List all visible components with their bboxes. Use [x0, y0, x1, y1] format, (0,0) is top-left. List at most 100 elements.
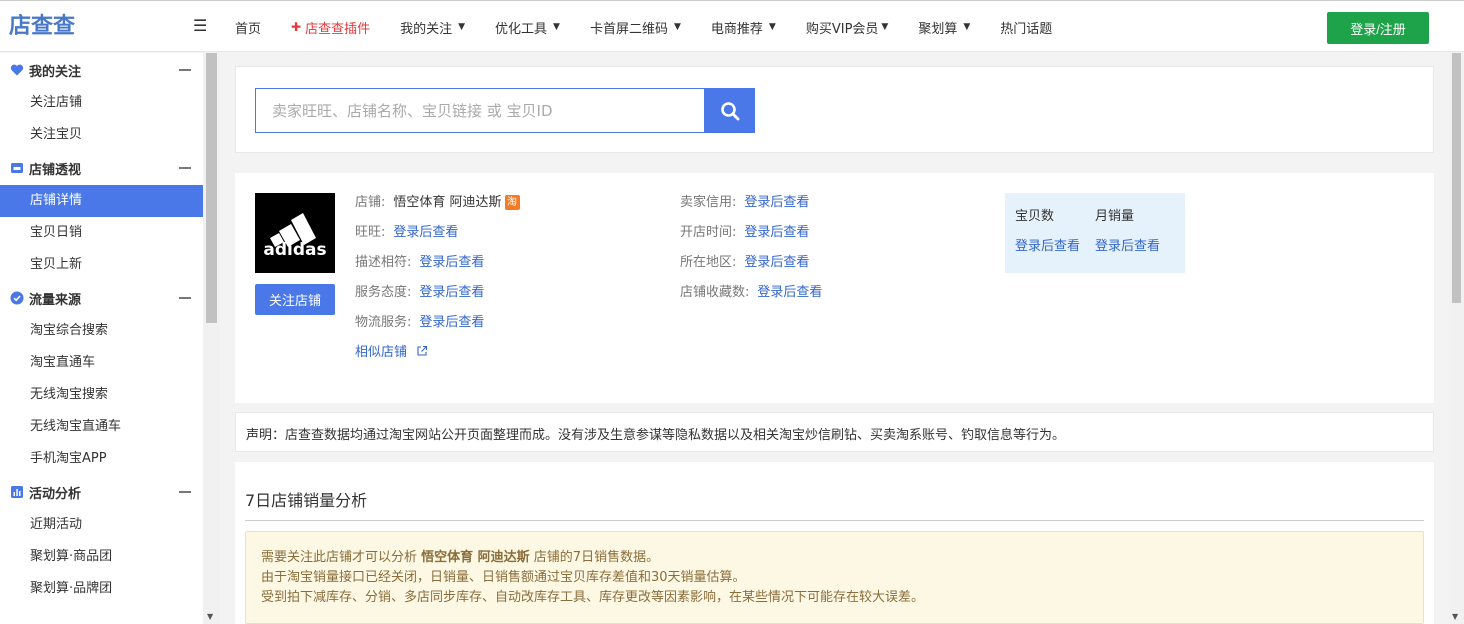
- info-row-logistics: 物流服务: 登录后查看: [355, 313, 520, 343]
- sidebar-item-follow-goods[interactable]: 关注宝贝: [0, 119, 203, 151]
- login-to-view-link[interactable]: 登录后查看: [1015, 235, 1080, 254]
- nav-plugin[interactable]: ✚ 店查查插件: [291, 18, 370, 37]
- sidebar-group-my-follow[interactable]: 我的关注: [0, 53, 203, 87]
- collapse-icon[interactable]: [179, 167, 191, 169]
- top-navbar: 店查查 ☰ 首页 ✚ 店查查插件 我的关注 ▼ 优化工具 ▼ 卡首屏二维码 ▼ 电商推荐…: [0, 0, 1464, 52]
- login-to-view-link[interactable]: 登录后查看: [744, 255, 809, 270]
- search-button[interactable]: [704, 88, 755, 133]
- nav-vip[interactable]: 购买VIP会员 ▼: [806, 18, 889, 37]
- sidebar-item-new-goods[interactable]: 宝贝上新: [0, 249, 203, 281]
- nav-label: 我的关注: [400, 21, 453, 37]
- scroll-down-icon[interactable]: ▼: [1452, 612, 1458, 621]
- sidebar-item-follow-shop[interactable]: 关注店铺: [0, 87, 203, 119]
- info-key: 旺旺:: [355, 225, 386, 240]
- login-to-view-link[interactable]: 登录后查看: [744, 195, 809, 210]
- sidebar-item-jhs-goods[interactable]: 聚划算·商品团: [0, 541, 203, 573]
- info-row-favorites: 店铺收藏数: 登录后查看: [680, 283, 822, 313]
- nav-label: 卡首屏二维码: [589, 21, 668, 37]
- disclaimer-panel: 声明：店查查数据均通过淘宝网站公开页面整理而成。没有涉及生意参谋等隐私数据以及相…: [235, 412, 1434, 452]
- logo-text: 店查查: [9, 14, 76, 39]
- sidebar-item-shop-detail[interactable]: 店铺详情: [0, 185, 203, 217]
- info-row-open-time: 开店时间: 登录后查看: [680, 223, 822, 253]
- sidebar-item-jhs-brand[interactable]: 聚划算·品牌团: [0, 573, 203, 605]
- similar-shops-label[interactable]: 相似店铺: [355, 345, 407, 360]
- warning-line-3: 受到拍下减库存、分销、多店同步库存、自动改库存工具、库存更改等因素影响，在某些情…: [261, 590, 925, 605]
- shop-name: 悟空体育 阿迪达斯: [393, 195, 502, 210]
- sales-analysis-panel: 7日店铺销量分析 需要关注此店铺才可以分析 悟空体育 阿迪达斯 店铺的7日销售数…: [235, 462, 1434, 624]
- nav-juhuasuan[interactable]: 聚划算 ▼: [918, 18, 970, 37]
- login-to-view-link[interactable]: 登录后查看: [419, 255, 484, 270]
- shop-info-right: 卖家信用: 登录后查看 开店时间: 登录后查看 所在地区: 登录后查看 店铺收藏数: 登…: [680, 193, 822, 313]
- menu-toggle-icon[interactable]: ☰: [193, 17, 209, 35]
- heart-icon: [10, 64, 24, 76]
- sidebar-item-wireless-search[interactable]: 无线淘宝搜索: [0, 379, 203, 411]
- info-row-shop-name: 店铺: 悟空体育 阿迪达斯淘: [355, 193, 520, 223]
- sidebar: 我的关注 关注店铺 关注宝贝 店铺透视 店铺详情 宝贝日销 宝贝上新 流量来源 …: [0, 53, 203, 624]
- sidebar-item-recent-activity[interactable]: 近期活动: [0, 509, 203, 541]
- nav-label: 优化工具: [495, 21, 548, 37]
- shop-info-panel: adidas 关注店铺 店铺: 悟空体育 阿迪达斯淘 旺旺: 登录后查看 描述相符:…: [235, 173, 1434, 403]
- page-scrollbar[interactable]: ▼: [1449, 53, 1464, 624]
- sidebar-item-taobao-ztc[interactable]: 淘宝直通车: [0, 347, 203, 379]
- sidebar-item-wireless-ztc[interactable]: 无线淘宝直通车: [0, 411, 203, 443]
- sidebar-group-shop-insight[interactable]: 店铺透视: [0, 151, 203, 185]
- collapse-icon[interactable]: [179, 297, 191, 299]
- info-row-service: 服务态度: 登录后查看: [355, 283, 520, 313]
- sidebar-group-traffic-source[interactable]: 流量来源: [0, 281, 203, 315]
- login-register-button[interactable]: 登录/注册: [1327, 12, 1429, 44]
- info-key: 开店时间:: [680, 225, 737, 240]
- caret-down-icon: ▼: [673, 22, 681, 32]
- caret-down-icon: ▼: [458, 22, 466, 32]
- nav-label: 店查查插件: [305, 21, 371, 37]
- group-label: 流量来源: [29, 292, 82, 308]
- nav-label: 聚划算: [918, 21, 958, 37]
- login-to-view-link[interactable]: 登录后查看: [419, 315, 484, 330]
- similar-shops-link[interactable]: 相似店铺: [355, 343, 520, 373]
- logo-wordmark: adidas: [263, 240, 326, 260]
- caret-down-icon: ▼: [553, 22, 560, 32]
- info-row-description: 描述相符: 登录后查看: [355, 253, 520, 283]
- sidebar-group-activity[interactable]: 活动分析: [0, 475, 203, 509]
- nav-label: 首页: [235, 21, 262, 37]
- login-to-view-link[interactable]: 登录后查看: [1095, 235, 1160, 254]
- sidebar-item-mobile-app[interactable]: 手机淘宝APP: [0, 443, 203, 475]
- scroll-down-icon[interactable]: ▼: [207, 612, 213, 621]
- nav-optimize-tools[interactable]: 优化工具 ▼: [495, 18, 560, 37]
- collapse-icon[interactable]: [179, 491, 191, 493]
- login-to-view-link[interactable]: 登录后查看: [744, 225, 809, 240]
- info-key: 店铺:: [355, 195, 386, 210]
- site-logo[interactable]: 店查查: [9, 13, 75, 41]
- taobao-badge-icon: 淘: [504, 195, 520, 210]
- sidebar-item-taobao-search[interactable]: 淘宝综合搜索: [0, 315, 203, 347]
- login-to-view-link[interactable]: 登录后查看: [757, 285, 822, 300]
- group-label: 活动分析: [29, 486, 82, 502]
- search-input[interactable]: [255, 88, 704, 133]
- info-key: 描述相符:: [355, 255, 412, 270]
- scrollbar-thumb[interactable]: [1452, 53, 1461, 303]
- scrollbar-thumb[interactable]: [206, 53, 217, 323]
- follow-shop-button[interactable]: 关注店铺: [255, 284, 335, 315]
- nav-ecommerce[interactable]: 电商推荐 ▼: [711, 18, 776, 37]
- collapse-icon[interactable]: [179, 69, 191, 71]
- nav-home[interactable]: 首页: [235, 18, 261, 37]
- nav-label: 热门话题: [1000, 21, 1053, 37]
- caret-down-icon: ▼: [881, 22, 889, 32]
- stat-label-monthly: 月销量: [1095, 209, 1135, 224]
- info-key: 店铺收藏数:: [680, 285, 750, 300]
- login-to-view-link[interactable]: 登录后查看: [419, 285, 484, 300]
- puzzle-icon: ✚: [291, 20, 302, 34]
- login-to-view-link[interactable]: 登录后查看: [393, 225, 458, 240]
- warning-box: 需要关注此店铺才可以分析 悟空体育 阿迪达斯 店铺的7日销售数据。 由于淘宝销量…: [245, 531, 1424, 624]
- warn-text: 店铺的7日销售数据。: [529, 550, 660, 565]
- nav-my-follow[interactable]: 我的关注 ▼: [400, 18, 465, 37]
- sidebar-scrollbar[interactable]: ▼: [203, 53, 220, 624]
- search-icon: [720, 101, 739, 120]
- adidas-logo-icon: adidas: [263, 213, 327, 260]
- divider: [245, 520, 1424, 521]
- sidebar-item-daily-sales[interactable]: 宝贝日销: [0, 217, 203, 249]
- info-key: 服务态度:: [355, 285, 412, 300]
- info-key: 所在地区:: [680, 255, 737, 270]
- warning-line-1: 需要关注此店铺才可以分析 悟空体育 阿迪达斯 店铺的7日销售数据。: [261, 548, 1423, 568]
- nav-hot-topics[interactable]: 热门话题: [1000, 18, 1052, 37]
- nav-qrcode[interactable]: 卡首屏二维码 ▼: [590, 18, 681, 37]
